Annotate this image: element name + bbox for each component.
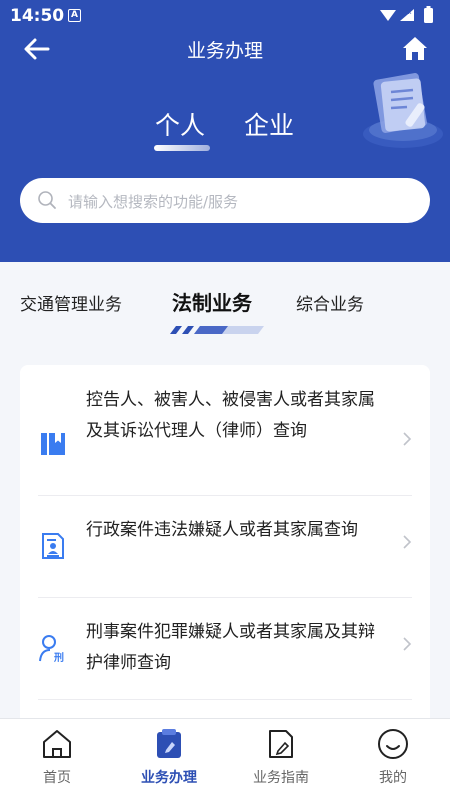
- search-input[interactable]: 请输入想搜索的功能/服务: [20, 178, 430, 223]
- nav-home-label: 首页: [43, 770, 71, 786]
- service-item[interactable]: 刑 刑事案件犯罪嫌疑人或者其家属及其辩护律师查询: [20, 599, 430, 699]
- page-title: 业务办理: [186, 40, 263, 62]
- status-icons: x: [380, 6, 433, 23]
- service-item-label: 刑事案件犯罪嫌疑人或者其家属及其辩护律师查询: [86, 622, 375, 673]
- service-list-card: 控告人、被害人、被侵害人或者其家属及其诉讼代理人（律师）查询 行政案件违法嫌疑人…: [20, 365, 430, 725]
- tab-personal[interactable]: 个人: [155, 106, 205, 142]
- home-icon[interactable]: [400, 33, 430, 63]
- chevron-right-icon: [403, 535, 412, 549]
- bottom-nav: 首页 业务办理 业务指南 我的: [0, 718, 450, 800]
- nav-mine-label: 我的: [379, 770, 407, 786]
- search-icon: [38, 191, 56, 209]
- service-item[interactable]: 控告人、被害人、被侵害人或者其家属及其诉讼代理人（律师）查询: [20, 381, 430, 495]
- search-placeholder: 请输入想搜索的功能/服务: [68, 193, 239, 211]
- service-item[interactable]: 行政案件违法嫌疑人或者其家属查询: [20, 497, 430, 597]
- nav-mine[interactable]: 我的: [348, 725, 438, 795]
- nav-guide[interactable]: 业务指南: [236, 725, 326, 795]
- category-active-indicator: [170, 326, 264, 334]
- id-document-icon: [42, 533, 64, 559]
- nav-guide-label: 业务指南: [253, 770, 309, 786]
- home-icon: [43, 730, 71, 758]
- smile-icon: [378, 729, 408, 759]
- notification-badge: A: [68, 9, 81, 22]
- nav-home[interactable]: 首页: [12, 725, 102, 795]
- status-bar: 14:50 A x: [0, 0, 450, 32]
- divider: [38, 597, 412, 598]
- tab-legal[interactable]: 法制业务: [172, 287, 252, 316]
- status-time: 14:50: [10, 6, 65, 26]
- tab-traffic-management[interactable]: 交通管理业务: [20, 290, 122, 315]
- service-item-label: 行政案件违法嫌疑人或者其家属查询: [86, 520, 358, 540]
- segment-active-indicator: [154, 145, 210, 151]
- nav-business[interactable]: 业务办理: [124, 725, 214, 795]
- clipboard-icon: [157, 729, 181, 758]
- person-criminal-icon-label: 刑: [54, 651, 64, 663]
- nav-business-label: 业务办理: [141, 770, 197, 786]
- divider: [38, 699, 412, 700]
- chevron-right-icon: [403, 432, 412, 446]
- divider: [38, 495, 412, 496]
- document-illustration-icon: [363, 73, 443, 148]
- tab-general[interactable]: 综合业务: [296, 290, 364, 315]
- header: 14:50 A x 业务办理 个人 企业 请输入想搜索的功能/服务: [0, 0, 450, 262]
- person-criminal-icon: 刑: [39, 635, 64, 663]
- tab-enterprise[interactable]: 企业: [244, 106, 294, 142]
- guide-icon: [269, 730, 293, 758]
- nav-bar: 业务办理: [0, 30, 450, 66]
- book-icon: [41, 433, 65, 455]
- service-item-label: 控告人、被害人、被侵害人或者其家属及其诉讼代理人（律师）查询: [86, 390, 375, 441]
- svg-text:x: x: [408, 9, 412, 16]
- chevron-right-icon: [403, 637, 412, 651]
